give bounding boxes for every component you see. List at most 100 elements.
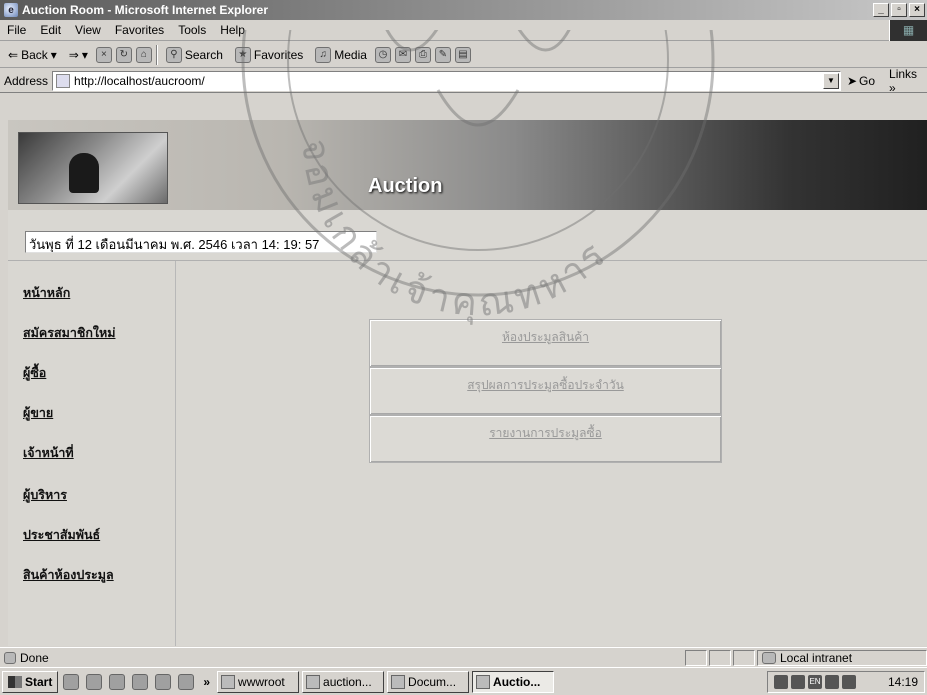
discuss-icon[interactable]: ▤ (454, 46, 471, 63)
quicklaunch-icon[interactable] (178, 673, 195, 690)
favorites-button[interactable]: ★ Favorites (231, 46, 307, 64)
status-panel (709, 649, 731, 666)
menu-tools[interactable]: Tools (171, 23, 213, 37)
task-document[interactable]: Docum... (387, 670, 470, 693)
media-label: Media (334, 47, 367, 62)
menu-view[interactable]: View (68, 23, 108, 37)
quicklaunch-more-icon[interactable]: » (199, 675, 214, 689)
favorites-label: Favorites (253, 47, 304, 62)
speaker-icon[interactable] (825, 674, 839, 689)
ie-icon[interactable] (86, 673, 103, 690)
mail-icon[interactable]: ✉ (394, 46, 411, 63)
nav-home[interactable]: หน้าหลัก (23, 283, 70, 303)
links-label: Links (889, 66, 918, 81)
daily-summary-button[interactable]: สรุปผลการประมูลซื้อประจำวัน (369, 367, 722, 415)
refresh-icon[interactable]: ↻ (115, 46, 132, 63)
browser-window: e Auction Room - Microsoft Internet Expl… (0, 0, 927, 695)
task-label: wwwroot (238, 674, 285, 689)
address-input[interactable]: http://localhost/aucroom/ ▼ (52, 70, 841, 91)
nav-auction-items[interactable]: สินค้าห้องประมูล (23, 565, 114, 585)
task-label: Docum... (408, 674, 457, 689)
task-label: auction... (323, 674, 372, 689)
toolbar-separator (155, 44, 158, 65)
address-url: http://localhost/aucroom/ (74, 73, 205, 88)
task-wwwroot[interactable]: wwwroot (217, 670, 300, 693)
clock: 14:19 (887, 674, 918, 689)
folder-icon (221, 674, 236, 689)
links-button[interactable]: Links » (889, 67, 927, 95)
quicklaunch-icon[interactable] (155, 673, 172, 690)
address-dropdown-icon[interactable]: ▼ (822, 72, 839, 89)
status-panel (685, 649, 707, 666)
taskbar: Start » wwwroot auction... Docum... Auct… (0, 667, 927, 695)
edit-icon[interactable]: ✎ (434, 46, 451, 63)
menu-help[interactable]: Help (213, 23, 252, 37)
dropdown-icon: ▾ (50, 47, 57, 62)
ie-logo-icon: e (4, 3, 18, 17)
nav-seller[interactable]: ผู้ขาย (23, 403, 53, 423)
nav-public-relations[interactable]: ประชาสัมพันธ์ (23, 525, 100, 545)
window-title: Auction Room - Microsoft Internet Explor… (22, 3, 269, 17)
status-left: Done (0, 651, 683, 665)
menu-favorites[interactable]: Favorites (108, 23, 171, 37)
banner-title: Auction (368, 175, 443, 197)
datetime-display: วันพุธ ที่ 12 เดือนมีนาคม พ.ศ. 2546 เวลา… (25, 231, 377, 253)
purchase-report-button[interactable]: รายงานการประมูลซื้อ (369, 415, 722, 463)
address-bar: Address http://localhost/aucroom/ ▼ ➤ Go… (0, 67, 927, 95)
quicklaunch-icon[interactable] (109, 673, 126, 690)
go-button[interactable]: ➤ Go (847, 74, 875, 88)
task-auction-folder[interactable]: auction... (302, 670, 385, 693)
windows-logo-icon (8, 675, 22, 688)
task-label: Auctio... (493, 674, 541, 689)
print-icon[interactable]: ⎙ (414, 46, 431, 63)
tray-icon[interactable] (842, 674, 856, 689)
ie-icon (476, 674, 491, 689)
forward-arrow-icon: ⇒ (68, 47, 79, 62)
stop-icon[interactable]: × (95, 46, 112, 63)
zone-label: Local intranet (780, 650, 853, 665)
nav-executive[interactable]: ผู้บริหาร (23, 485, 67, 505)
home-icon[interactable]: ⌂ (135, 46, 152, 63)
back-arrow-icon: ⇐ (8, 47, 19, 62)
desktop-icon[interactable] (63, 673, 80, 690)
history-icon[interactable]: ◷ (374, 46, 391, 63)
search-label: Search (184, 47, 223, 62)
status-text: Done (20, 650, 49, 665)
media-button[interactable]: ♫ Media (311, 46, 371, 64)
language-indicator[interactable]: EN (808, 674, 822, 689)
page-icon (56, 73, 71, 88)
tray-icon[interactable] (774, 674, 788, 689)
forward-button[interactable]: ⇒ ▾ (65, 47, 92, 63)
page-content: Auction วันพุธ ที่ 12 เดือนมีนาคม พ.ศ. 2… (8, 30, 927, 646)
banner-photo (18, 132, 168, 204)
window-controls: _ ▫ × (873, 3, 925, 17)
start-button[interactable]: Start (2, 670, 59, 693)
intranet-icon (762, 651, 776, 664)
status-bar: Done Local intranet (0, 647, 927, 667)
quicklaunch-icon[interactable] (132, 673, 149, 690)
task-auction-browser[interactable]: Auctio... (472, 670, 555, 693)
minimize-button[interactable]: _ (873, 3, 889, 17)
back-button[interactable]: ⇐ Back ▾ (4, 47, 61, 63)
search-button[interactable]: ⚲ Search (162, 46, 227, 64)
nav-buyer[interactable]: ผู้ซื้อ (23, 363, 46, 383)
menu-file[interactable]: File (0, 23, 33, 37)
auction-room-button[interactable]: ห้องประมูลสินค้า (369, 319, 722, 367)
media-icon: ♫ (315, 46, 332, 63)
sidebar-nav: หน้าหลัก สมัครสมาชิกใหม่ ผู้ซื้อ ผู้ขาย … (8, 261, 176, 646)
windows-flag-icon: ▦ (889, 19, 927, 41)
word-icon (391, 674, 406, 689)
menu-edit[interactable]: Edit (33, 23, 68, 37)
nav-register[interactable]: สมัครสมาชิกใหม่ (23, 323, 115, 343)
start-label: Start (25, 674, 53, 689)
nav-staff[interactable]: เจ้าหน้าที่ (23, 443, 74, 463)
network-icon[interactable] (791, 674, 805, 689)
menu-bar: File Edit View Favorites Tools Help ▦ (0, 19, 927, 41)
system-tray: EN 14:19 (767, 670, 925, 693)
site-banner: Auction (8, 120, 927, 210)
status-panel (733, 649, 755, 666)
main-panel: ห้องประมูลสินค้า สรุปผลการประมูลซื้อประจ… (177, 261, 927, 646)
restore-button[interactable]: ▫ (891, 3, 907, 17)
close-button[interactable]: × (909, 3, 925, 17)
dropdown-icon: ▾ (81, 47, 88, 62)
